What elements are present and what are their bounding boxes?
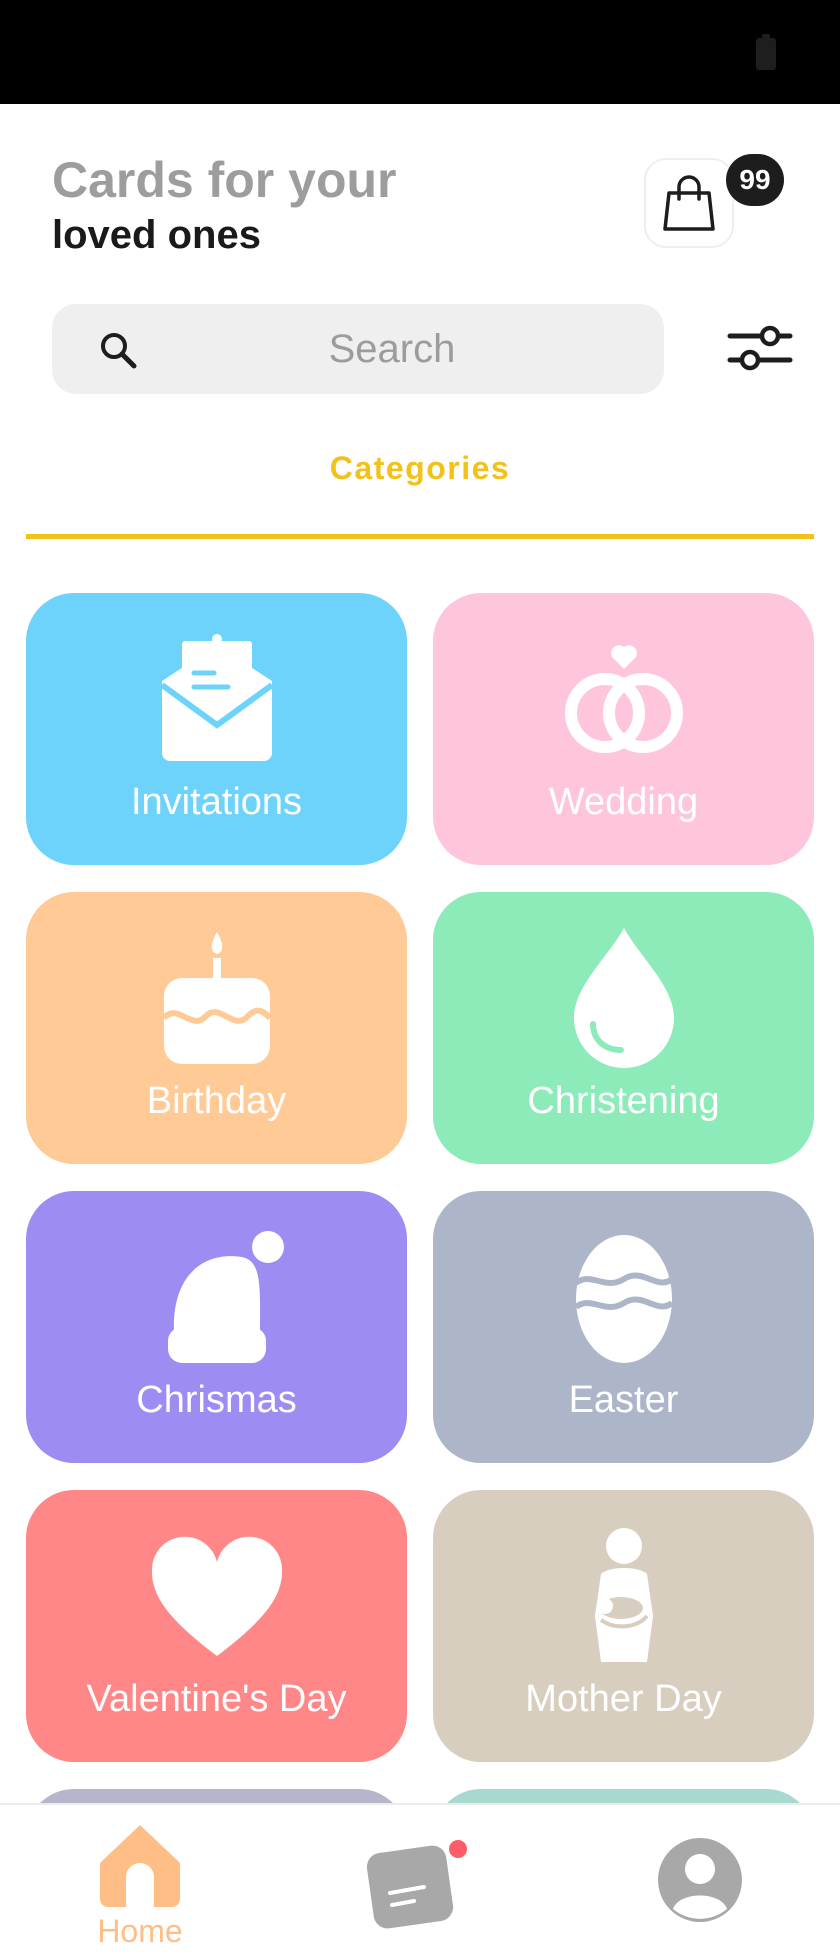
envelope-icon xyxy=(159,634,274,761)
category-card-invitations[interactable]: Invitations xyxy=(26,593,407,865)
messages-icon xyxy=(366,1840,467,1929)
rings-icon xyxy=(564,645,683,753)
tab-active-indicator xyxy=(26,534,814,539)
easter-egg-icon xyxy=(573,1235,674,1363)
santa-hat-icon xyxy=(167,1231,284,1363)
category-label: Easter xyxy=(568,1379,679,1421)
category-card-wedding[interactable]: Wedding xyxy=(433,593,814,865)
tab-categories-label: Categories xyxy=(329,450,511,486)
category-card-mother-day[interactable]: Mother Day xyxy=(433,1490,814,1762)
category-label: Birthday xyxy=(146,1080,287,1122)
category-card-valentines-day[interactable]: Valentine's Day xyxy=(26,1490,407,1762)
heart-icon xyxy=(151,1536,282,1656)
category-label: Chrismas xyxy=(136,1379,297,1421)
category-card-christmas[interactable]: Chrismas xyxy=(26,1191,407,1463)
category-card-easter[interactable]: Easter xyxy=(433,1191,814,1463)
mother-baby-icon xyxy=(594,1528,653,1662)
category-label: Wedding xyxy=(548,781,699,823)
shopping-bag-icon xyxy=(663,175,715,231)
cart-count-badge: 99 xyxy=(726,154,784,206)
profile-icon xyxy=(658,1838,742,1922)
category-label: Invitations xyxy=(130,781,303,823)
cart-button[interactable] xyxy=(644,158,734,248)
status-bar xyxy=(0,0,840,104)
sliders-icon xyxy=(727,325,793,371)
cake-icon xyxy=(161,932,272,1064)
title-line-1: Cards for your xyxy=(52,152,397,208)
battery-icon xyxy=(756,34,776,70)
category-card-christening[interactable]: Christening xyxy=(433,892,814,1164)
nav-messages[interactable] xyxy=(362,1835,472,1935)
water-drop-icon xyxy=(573,928,674,1068)
title-line-2: loved ones xyxy=(52,213,261,257)
search-bar[interactable] xyxy=(52,304,664,394)
nav-home[interactable]: Home xyxy=(80,1817,200,1957)
nav-home-label: Home xyxy=(97,1913,183,1949)
category-label: Christening xyxy=(527,1080,720,1122)
search-icon xyxy=(101,333,137,369)
tab-categories[interactable]: Categories xyxy=(26,440,814,540)
nav-profile[interactable] xyxy=(655,1835,745,1925)
category-card-birthday[interactable]: Birthday xyxy=(26,892,407,1164)
filter-button[interactable] xyxy=(720,318,800,378)
category-label: Valentine's Day xyxy=(86,1678,347,1720)
home-icon xyxy=(99,1825,181,1907)
bottom-nav: Home xyxy=(0,1803,840,1960)
category-label: Mother Day xyxy=(525,1678,722,1720)
search-input[interactable] xyxy=(162,304,622,394)
page-title: Cards for your loved ones xyxy=(52,150,612,260)
